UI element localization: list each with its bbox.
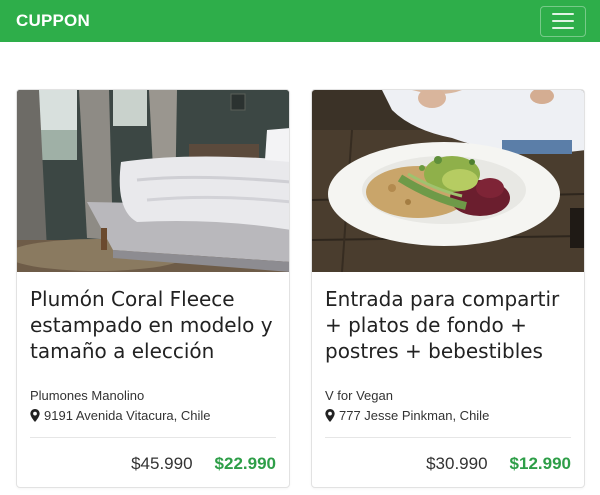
discount-price: $12.990 [509,454,571,473]
deal-title[interactable]: Plumón Coral Fleece estampado en modelo … [30,286,276,374]
hamburger-menu-button[interactable] [540,5,586,37]
price-row: $45.990 $22.990 [30,438,276,474]
original-price: $45.990 [131,454,193,473]
map-marker-icon [325,409,335,422]
deal-card[interactable]: Plumón Coral Fleece estampado en modelo … [16,89,290,488]
vendor-address: 777 Jesse Pinkman, Chile [325,408,571,423]
deal-card[interactable]: Entrada para compartir + platos de fondo… [311,89,585,488]
brand-logo[interactable]: CUPPON [16,11,90,31]
deal-image-vegan-plate[interactable] [312,90,584,272]
vendor-name: V for Vegan [325,388,393,403]
vendor-name: Plumones Manolino [30,388,145,403]
deal-image-bedroom[interactable] [17,90,289,272]
address-text: 777 Jesse Pinkman, Chile [339,408,490,423]
map-marker-icon [30,409,40,422]
address-text: 9191 Avenida Vitacura, Chile [44,408,211,423]
vendor-address: 9191 Avenida Vitacura, Chile [30,408,276,423]
deal-title[interactable]: Entrada para compartir + platos de fondo… [325,286,571,374]
price-row: $30.990 $12.990 [325,438,571,474]
top-navbar: CUPPON [0,0,600,42]
discount-price: $22.990 [214,454,276,473]
original-price: $30.990 [426,454,488,473]
hamburger-menu-icon [552,13,574,15]
